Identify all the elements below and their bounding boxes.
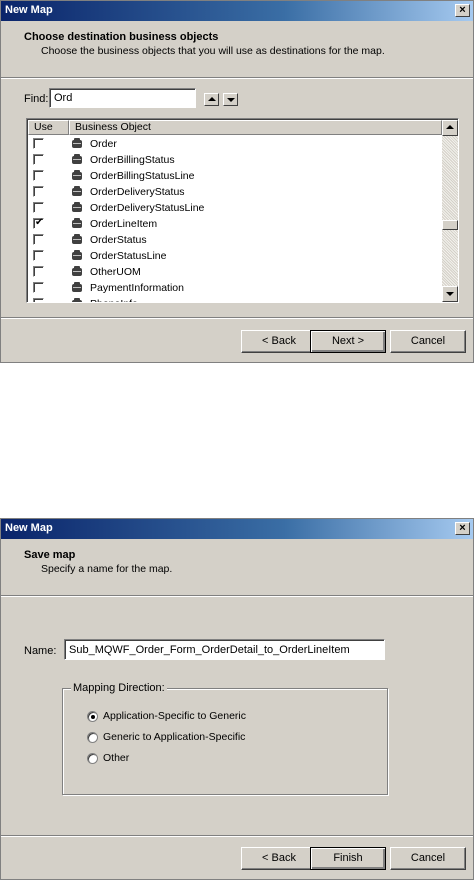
business-object-name: OrderStatus [90,234,147,246]
list-item[interactable]: PaymentInformation [28,280,442,296]
use-checkbox[interactable] [33,154,44,165]
option-label: Other [103,752,130,764]
business-object-name: OrderBillingStatusLine [90,170,195,182]
business-object-name: OrderStatusLine [90,250,167,262]
list-item[interactable]: OrderDeliveryStatusLine [28,200,442,216]
business-object-name: OrderLineItem [90,218,158,230]
group-title: Mapping Direction: [71,682,167,694]
back-button[interactable]: < Back [241,330,317,353]
mapping-direction-group: Mapping Direction: Application-Specific … [62,682,388,795]
cancel-button[interactable]: Cancel [390,847,466,870]
arrow-up-icon [208,97,216,101]
business-object-name: Order [90,138,117,150]
window-title: New Map [5,4,53,16]
business-object-name: PaymentInformation [90,282,184,294]
title-bar[interactable]: New Map × [1,1,473,21]
business-object-icon [72,170,82,180]
wizard-header: Save map Specify a name for the map. [1,539,473,596]
list-item[interactable]: ✔ OrderLineItem [28,216,442,232]
list-item[interactable]: OrderStatusLine [28,248,442,264]
radio-button[interactable] [87,753,98,764]
business-object-icon [72,154,82,164]
scroll-up-button[interactable] [442,120,458,136]
checkmark-icon: ✔ [35,217,44,228]
business-object-icon [72,138,82,148]
page-subtitle: Specify a name for the map. [41,563,173,575]
close-icon: × [459,522,466,534]
business-object-icon [72,218,82,228]
list-item[interactable]: PhoneInfo [28,296,442,302]
option-label: Generic to Application-Specific [103,731,246,743]
arrow-up-icon [446,125,454,129]
business-object-icon [72,282,82,292]
arrow-down-icon [227,98,235,102]
arrow-down-icon [446,292,454,296]
vertical-scrollbar[interactable] [442,120,458,302]
use-checkbox[interactable] [33,250,44,261]
business-object-name: OtherUOM [90,266,141,278]
business-object-name: OrderDeliveryStatus [90,186,185,198]
list-item[interactable]: OrderDeliveryStatus [28,184,442,200]
map-name-input[interactable] [64,639,385,660]
window-title: New Map [5,522,53,534]
find-next-button[interactable] [223,93,238,106]
list-header: Use Business Object [28,120,442,135]
list-item[interactable]: Order [28,136,442,152]
page-subtitle: Choose the business objects that you wil… [41,45,385,57]
business-object-icon [72,298,82,302]
title-bar[interactable]: New Map × [1,519,473,539]
use-checkbox[interactable] [33,266,44,277]
business-object-name: OrderDeliveryStatusLine [90,202,205,214]
use-checkbox[interactable] [33,170,44,181]
radio-button[interactable] [87,732,98,743]
back-button[interactable]: < Back [241,847,317,870]
list-item[interactable]: OrderStatus [28,232,442,248]
name-label: Name: [24,645,57,657]
option-label: Application-Specific to Generic [103,710,246,722]
business-object-name: PhoneInfo [90,298,138,302]
use-checkbox[interactable] [33,234,44,245]
find-label: Find: [24,93,49,105]
new-map-dialog-destination: New Map × Choose destination business ob… [0,0,474,363]
page-title: Save map [24,549,76,561]
use-checkbox[interactable] [33,138,44,149]
radio-button[interactable] [87,711,98,722]
list-item[interactable]: OrderBillingStatus [28,152,442,168]
business-object-icon [72,266,82,276]
business-object-name: OrderBillingStatus [90,154,175,166]
cancel-button[interactable]: Cancel [390,330,466,353]
footer-divider [1,317,473,319]
column-header-business-object[interactable]: Business Object [69,120,442,135]
scroll-thumb[interactable] [442,220,458,230]
close-button[interactable]: × [455,4,470,17]
list-item[interactable]: OtherUOM [28,264,442,280]
use-checkbox[interactable] [33,282,44,293]
page-title: Choose destination business objects [24,31,219,43]
close-button[interactable]: × [455,522,470,535]
use-checkbox[interactable]: ✔ [33,217,44,229]
business-object-icon [72,202,82,212]
business-object-icon [72,234,82,244]
next-button[interactable]: Next > [310,330,386,353]
scroll-down-button[interactable] [442,286,458,302]
new-map-dialog-save: New Map × Save map Specify a name for th… [0,518,474,880]
use-checkbox[interactable] [33,186,44,197]
wizard-header: Choose destination business objects Choo… [1,21,473,78]
business-object-icon [72,186,82,196]
close-icon: × [459,4,466,16]
business-object-list[interactable]: Use Business Object Order OrderBillingSta… [26,118,459,303]
footer-divider [1,835,473,837]
use-checkbox[interactable] [33,202,44,213]
list-item[interactable]: OrderBillingStatusLine [28,168,442,184]
find-input[interactable] [49,88,196,108]
finish-button[interactable]: Finish [310,847,386,870]
column-header-use[interactable]: Use [28,120,69,135]
business-object-icon [72,250,82,260]
use-checkbox[interactable] [33,298,44,302]
find-previous-button[interactable] [204,93,219,106]
radio-selected-icon [90,714,95,719]
